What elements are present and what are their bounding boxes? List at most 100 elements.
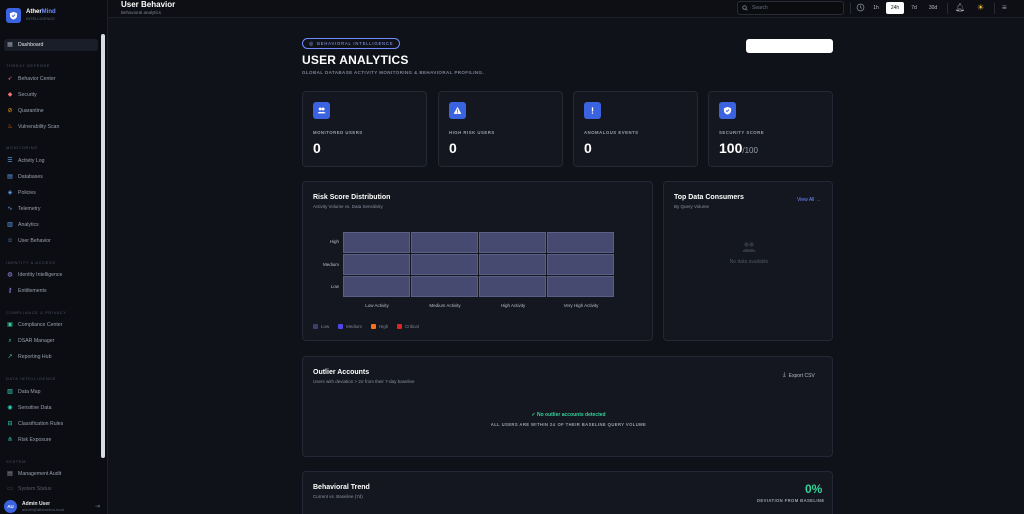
- sidebar-item-dsar-manager[interactable]: ⌕ DSAR Manager: [4, 335, 98, 347]
- sidebar-scrollbar[interactable]: [101, 34, 105, 458]
- heatmap-cell-medium-low[interactable]: [343, 254, 410, 275]
- sun-icon[interactable]: ☀: [977, 3, 984, 13]
- key-icon: ⚷: [7, 288, 13, 294]
- export-csv-button[interactable]: ⤓ Export CSV: [783, 372, 815, 379]
- sidebar-item-label: Activity Log: [18, 158, 45, 164]
- row-label-medium: Medium: [322, 262, 339, 267]
- heatmap-cell-high-veryhigh[interactable]: [547, 232, 614, 253]
- brand[interactable]: AtherMind INTELLIGENCE: [6, 8, 56, 23]
- stat-value: 0: [584, 140, 592, 156]
- stat-label: MONITORED USERS: [313, 130, 363, 135]
- range-30d-button[interactable]: 30d: [924, 2, 942, 14]
- divider: [994, 3, 995, 14]
- hero-title: USER ANALYTICS: [302, 53, 409, 67]
- eye-icon: ◉: [7, 405, 13, 411]
- range-1h-button[interactable]: 1h: [867, 2, 885, 14]
- sidebar-item-label: Sensitive Data: [18, 405, 52, 411]
- sidebar-item-identity-intelligence[interactable]: ◍ Identity Intelligence: [4, 269, 98, 281]
- sidebar-item-compliance-center[interactable]: ▣ Compliance Center: [4, 319, 98, 331]
- card-title: Outlier Accounts: [313, 369, 370, 376]
- sidebar-item-telemetry[interactable]: ∿ Telemetry: [4, 203, 98, 215]
- hero-subtitle: GLOBAL DATABASE ACTIVITY MONITORING & BE…: [302, 70, 485, 75]
- sidebar-item-label: Vulnerability Scan: [18, 124, 60, 130]
- section-identity: Identity & Access: [6, 260, 56, 265]
- section-pill: ◎ BEHAVIORAL INTELLIGENCE: [302, 38, 401, 49]
- sidebar-item-analytics[interactable]: ▥ Analytics: [4, 219, 98, 231]
- heatmap-cell-high-medium[interactable]: [411, 232, 478, 253]
- section-compliance: Compliance & Privacy: [6, 310, 67, 315]
- risk-distribution-card: Risk Score Distribution Activity Volume …: [302, 181, 653, 341]
- heatmap-cell-high-high[interactable]: [479, 232, 546, 253]
- sidebar-item-label: DSAR Manager: [18, 338, 55, 344]
- sidebar-item-reporting-hub[interactable]: ↗ Reporting Hub: [4, 351, 98, 363]
- trend-icon: ↗: [7, 354, 13, 360]
- users-empty-icon: [742, 242, 756, 252]
- sidebar-item-user-behavior[interactable]: ☺ User Behavior: [4, 235, 98, 247]
- card-subtitle: Activity Volume vs. Data Sensitivity: [313, 204, 383, 209]
- sidebar-item-policies[interactable]: ◈ Policies: [4, 187, 98, 199]
- brand-name: AtherMind: [26, 9, 56, 15]
- users-icon: [313, 102, 330, 119]
- heatmap-cell-high-low[interactable]: [343, 232, 410, 253]
- section-threat-defense: Threat Defense: [6, 63, 51, 68]
- sidebar-item-classification-rules[interactable]: ⊟ Classification Rules: [4, 418, 98, 430]
- search-input[interactable]: [752, 5, 842, 11]
- sidebar-item-security[interactable]: ◆ Security: [4, 89, 98, 101]
- sidebar-item-label: Telemetry: [18, 206, 41, 212]
- heatmap-cell-medium-veryhigh[interactable]: [547, 254, 614, 275]
- sidebar-item-sensitive-data[interactable]: ◉ Sensitive Data: [4, 402, 98, 414]
- avatar: AU: [4, 499, 17, 513]
- action-button[interactable]: [746, 39, 833, 53]
- heatmap-cell-medium-high[interactable]: [479, 254, 546, 275]
- empty-state-message: No data available: [729, 259, 769, 265]
- sidebar-item-management-audit[interactable]: ▤ Management Audit: [4, 468, 98, 480]
- view-all-link[interactable]: View All →: [797, 197, 821, 203]
- legend-medium: Medium: [338, 324, 362, 329]
- no-outliers-message: ✓ No outlier accounts detected: [531, 412, 606, 418]
- heatmap-cell-low-high[interactable]: [479, 276, 546, 297]
- sidebar-item-quarantine[interactable]: ⊘ Quarantine: [4, 105, 98, 117]
- search-box[interactable]: [737, 1, 844, 15]
- bell-icon[interactable]: 🔔︎: [955, 3, 965, 13]
- sidebar-item-activity-log[interactable]: ☰ Activity Log: [4, 155, 98, 167]
- card-title: Risk Score Distribution: [313, 194, 391, 201]
- heatmap-cell-low-veryhigh[interactable]: [547, 276, 614, 297]
- download-icon: ⤓: [783, 372, 786, 378]
- range-24h-button[interactable]: 24h: [886, 2, 904, 14]
- database-icon: ▤: [7, 174, 13, 180]
- clipboard-icon: ▤: [7, 471, 13, 477]
- sidebar-item-databases[interactable]: ▤ Databases: [4, 171, 98, 183]
- heatmap-cell-low-low[interactable]: [343, 276, 410, 297]
- range-7d-button[interactable]: 7d: [905, 2, 923, 14]
- sidebar-item-label: Dashboard: [18, 42, 44, 48]
- stat-card-security-score: SECURITY SCORE 100/100: [708, 91, 833, 167]
- logout-icon[interactable]: ⇥: [95, 503, 100, 510]
- brain-icon: ◎: [309, 40, 315, 47]
- sidebar-item-dashboard[interactable]: ▦ Dashboard: [4, 39, 98, 51]
- menu-icon[interactable]: ≡: [1002, 3, 1007, 13]
- section-monitoring: Monitoring: [6, 145, 38, 150]
- heatmap-cell-low-medium[interactable]: [411, 276, 478, 297]
- heatmap-cell-medium-medium[interactable]: [411, 254, 478, 275]
- pulse-icon: ∿: [7, 206, 13, 212]
- sidebar-item-entitlements[interactable]: ⚷ Entitlements: [4, 285, 98, 297]
- section-data-intelligence: Data Intelligence: [6, 376, 57, 381]
- sidebar-item-data-map[interactable]: ▧ Data Map: [4, 386, 98, 398]
- brand-tagline: INTELLIGENCE: [26, 16, 55, 21]
- sidebar-item-behavior-center[interactable]: ➶ Behavior Center: [4, 73, 98, 85]
- trend-caption: DEVIATION FROM BASELINE: [757, 498, 825, 503]
- magnifier-icon: ⌕: [8, 338, 12, 344]
- stat-label: SECURITY SCORE: [719, 130, 765, 135]
- fingerprint-icon: ◍: [7, 272, 13, 278]
- policy-shield-icon: ◈: [7, 190, 13, 196]
- tag-icon: ⊟: [7, 421, 13, 427]
- user-profile[interactable]: AU Admin User admin@athermind.local ⇥: [4, 498, 100, 514]
- page-title: User Behavior: [121, 0, 176, 9]
- export-label: Export CSV: [788, 372, 815, 379]
- sidebar-item-risk-exposure[interactable]: ⋔ Risk Exposure: [4, 434, 98, 446]
- sidebar-item-system-status[interactable]: ▭ System Status: [4, 483, 98, 495]
- card-subtitle: Current vs. Baseline (7d): [313, 494, 363, 499]
- sidebar-item-vulnerability-scan[interactable]: ♨ Vulnerability Scan: [4, 121, 98, 133]
- trend-deviation-value: 0%: [805, 482, 823, 496]
- sidebar-item-label: Entitlements: [18, 288, 47, 294]
